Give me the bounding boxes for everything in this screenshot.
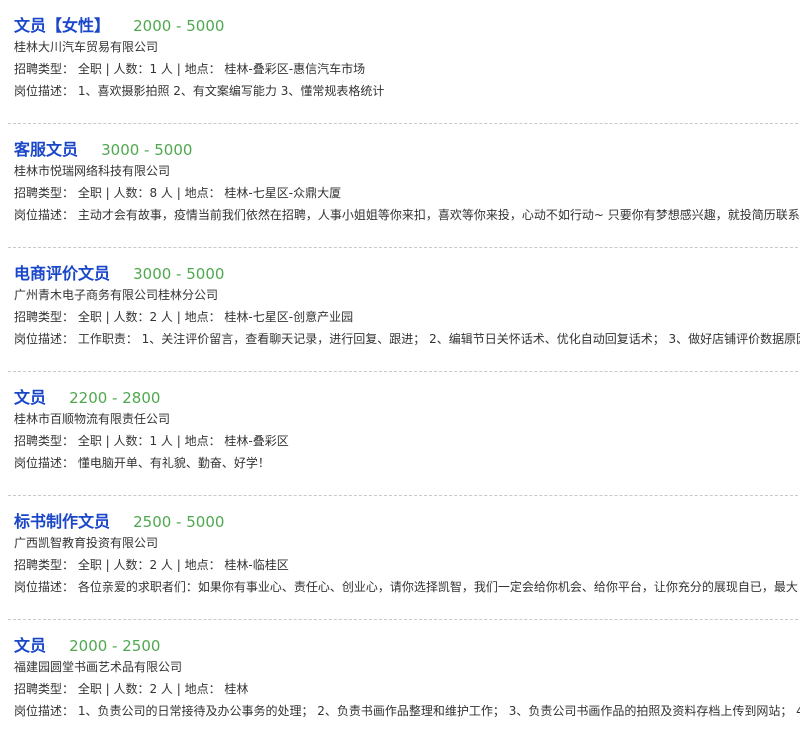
company-name[interactable]: 广西凯智教育投资有限公司 — [14, 534, 158, 551]
salary-range: 2500 - 5000 — [133, 513, 225, 531]
job-item: 电商评价文员 3000 - 5000 广州青木电子商务有限公司桂林分公司 招聘类… — [8, 248, 800, 372]
company-name[interactable]: 桂林大川汽车贸易有限公司 — [14, 38, 158, 55]
job-meta: 招聘类型： 全职 | 人数：2 人 | 地点： 桂林 — [14, 682, 249, 696]
job-description: 岗位描述： 懂电脑开单、有礼貌、勤奋、好学！ — [14, 456, 270, 470]
job-item: 文员【女性】 2000 - 5000 桂林大川汽车贸易有限公司 招聘类型： 全职… — [8, 0, 800, 124]
job-title-row: 标书制作文员 2500 - 5000 — [14, 508, 225, 531]
job-title-link[interactable]: 文员 — [14, 636, 46, 655]
job-meta: 招聘类型： 全职 | 人数：1 人 | 地点： 桂林-叠彩区-惠信汽车市场 — [14, 62, 366, 76]
job-list: 文员【女性】 2000 - 5000 桂林大川汽车贸易有限公司 招聘类型： 全职… — [0, 0, 800, 743]
salary-range: 2200 - 2800 — [69, 389, 161, 407]
job-title-row: 客服文员 3000 - 5000 — [14, 136, 193, 159]
salary-range: 3000 - 5000 — [133, 265, 225, 283]
job-title-row: 文员 2200 - 2800 — [14, 384, 161, 407]
job-item: 文员 2000 - 2500 福建园圆堂书画艺术品有限公司 招聘类型： 全职 |… — [8, 620, 800, 743]
job-meta: 招聘类型： 全职 | 人数：2 人 | 地点： 桂林-临桂区 — [14, 558, 289, 572]
company-name[interactable]: 桂林市百顺物流有限责任公司 — [14, 410, 170, 427]
job-title-link[interactable]: 客服文员 — [14, 140, 78, 159]
job-item: 客服文员 3000 - 5000 桂林市悦瑞网络科技有限公司 招聘类型： 全职 … — [8, 124, 800, 248]
salary-range: 2000 - 5000 — [133, 17, 225, 35]
salary-range: 3000 - 5000 — [101, 141, 193, 159]
job-title-link[interactable]: 标书制作文员 — [14, 512, 110, 531]
job-item: 标书制作文员 2500 - 5000 广西凯智教育投资有限公司 招聘类型： 全职… — [8, 496, 800, 620]
company-name[interactable]: 桂林市悦瑞网络科技有限公司 — [14, 162, 170, 179]
job-title-row: 文员【女性】 2000 - 5000 — [14, 12, 225, 35]
company-name[interactable]: 福建园圆堂书画艺术品有限公司 — [14, 658, 182, 675]
job-title-link[interactable]: 文员【女性】 — [14, 16, 110, 35]
job-description: 岗位描述： 主动才会有故事，疫情当前我们依然在招聘，人事小姐姐等你来扣，喜欢等你… — [14, 208, 800, 222]
job-description: 岗位描述： 各位亲爱的求职者们：如果你有事业心、责任心、创业心，请你选择凯智，我… — [14, 580, 798, 594]
salary-range: 2000 - 2500 — [69, 637, 161, 655]
job-description: 岗位描述： 工作职责： 1、关注评价留言，查看聊天记录，进行回复、跟进； 2、编… — [14, 332, 800, 346]
job-title-row: 文员 2000 - 2500 — [14, 632, 161, 655]
job-title-link[interactable]: 文员 — [14, 388, 46, 407]
job-description: 岗位描述： 1、喜欢摄影拍照 2、有文案编写能力 3、懂常规表格统计 — [14, 84, 385, 98]
job-meta: 招聘类型： 全职 | 人数：8 人 | 地点： 桂林-七星区-众鼎大厦 — [14, 186, 342, 200]
job-meta: 招聘类型： 全职 | 人数：2 人 | 地点： 桂林-七星区-创意产业园 — [14, 310, 354, 324]
job-title-link[interactable]: 电商评价文员 — [14, 264, 110, 283]
job-item: 文员 2200 - 2800 桂林市百顺物流有限责任公司 招聘类型： 全职 | … — [8, 372, 800, 496]
company-name[interactable]: 广州青木电子商务有限公司桂林分公司 — [14, 286, 218, 303]
job-title-row: 电商评价文员 3000 - 5000 — [14, 260, 225, 283]
job-description: 岗位描述： 1、负责公司的日常接待及办公事务的处理； 2、负责书画作品整理和维护… — [14, 704, 800, 718]
job-meta: 招聘类型： 全职 | 人数：1 人 | 地点： 桂林-叠彩区 — [14, 434, 289, 448]
